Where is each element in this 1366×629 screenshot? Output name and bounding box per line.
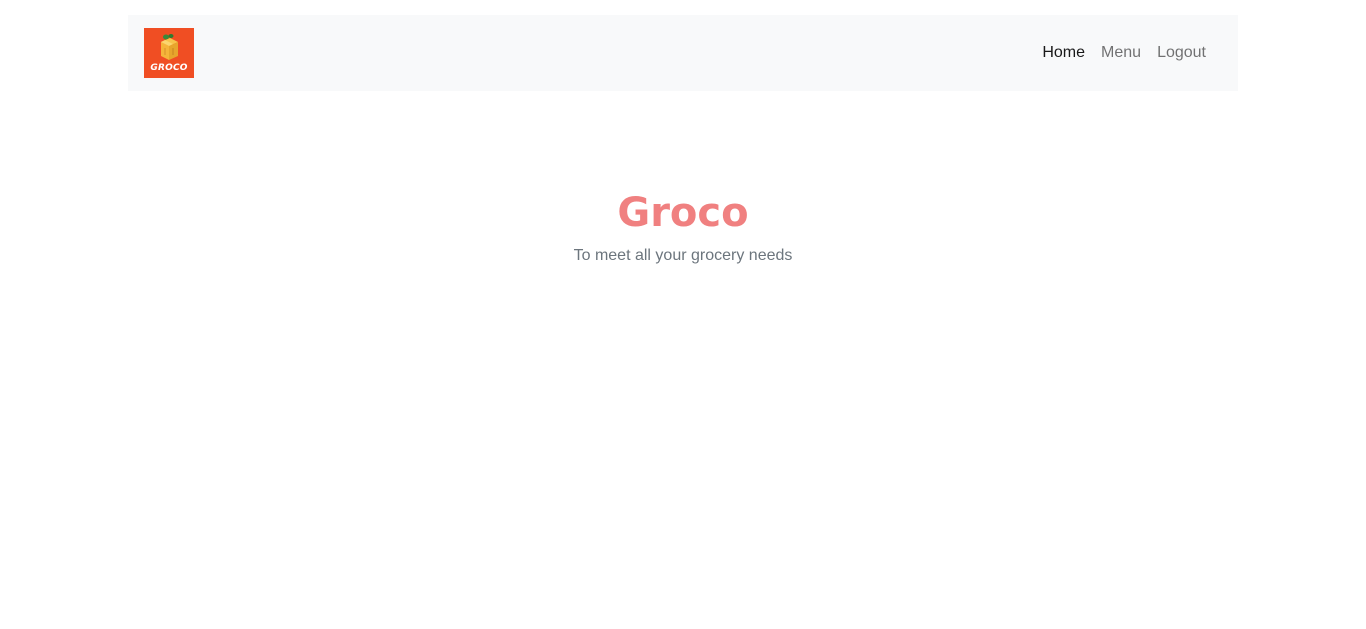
- nav-link-home[interactable]: Home: [1034, 36, 1093, 70]
- navbar: GROCO Home Menu Logout: [128, 15, 1238, 91]
- nav-links: Home Menu Logout: [1034, 36, 1214, 70]
- nav-link-logout[interactable]: Logout: [1149, 36, 1214, 70]
- hero: Groco To meet all your grocery needs: [0, 186, 1366, 266]
- nav-link-menu[interactable]: Menu: [1093, 36, 1149, 70]
- page-subtitle: To meet all your grocery needs: [573, 247, 793, 264]
- page-title: Groco: [617, 190, 749, 236]
- brand-logo[interactable]: GROCO: [144, 28, 194, 78]
- logo-text: GROCO: [150, 63, 188, 73]
